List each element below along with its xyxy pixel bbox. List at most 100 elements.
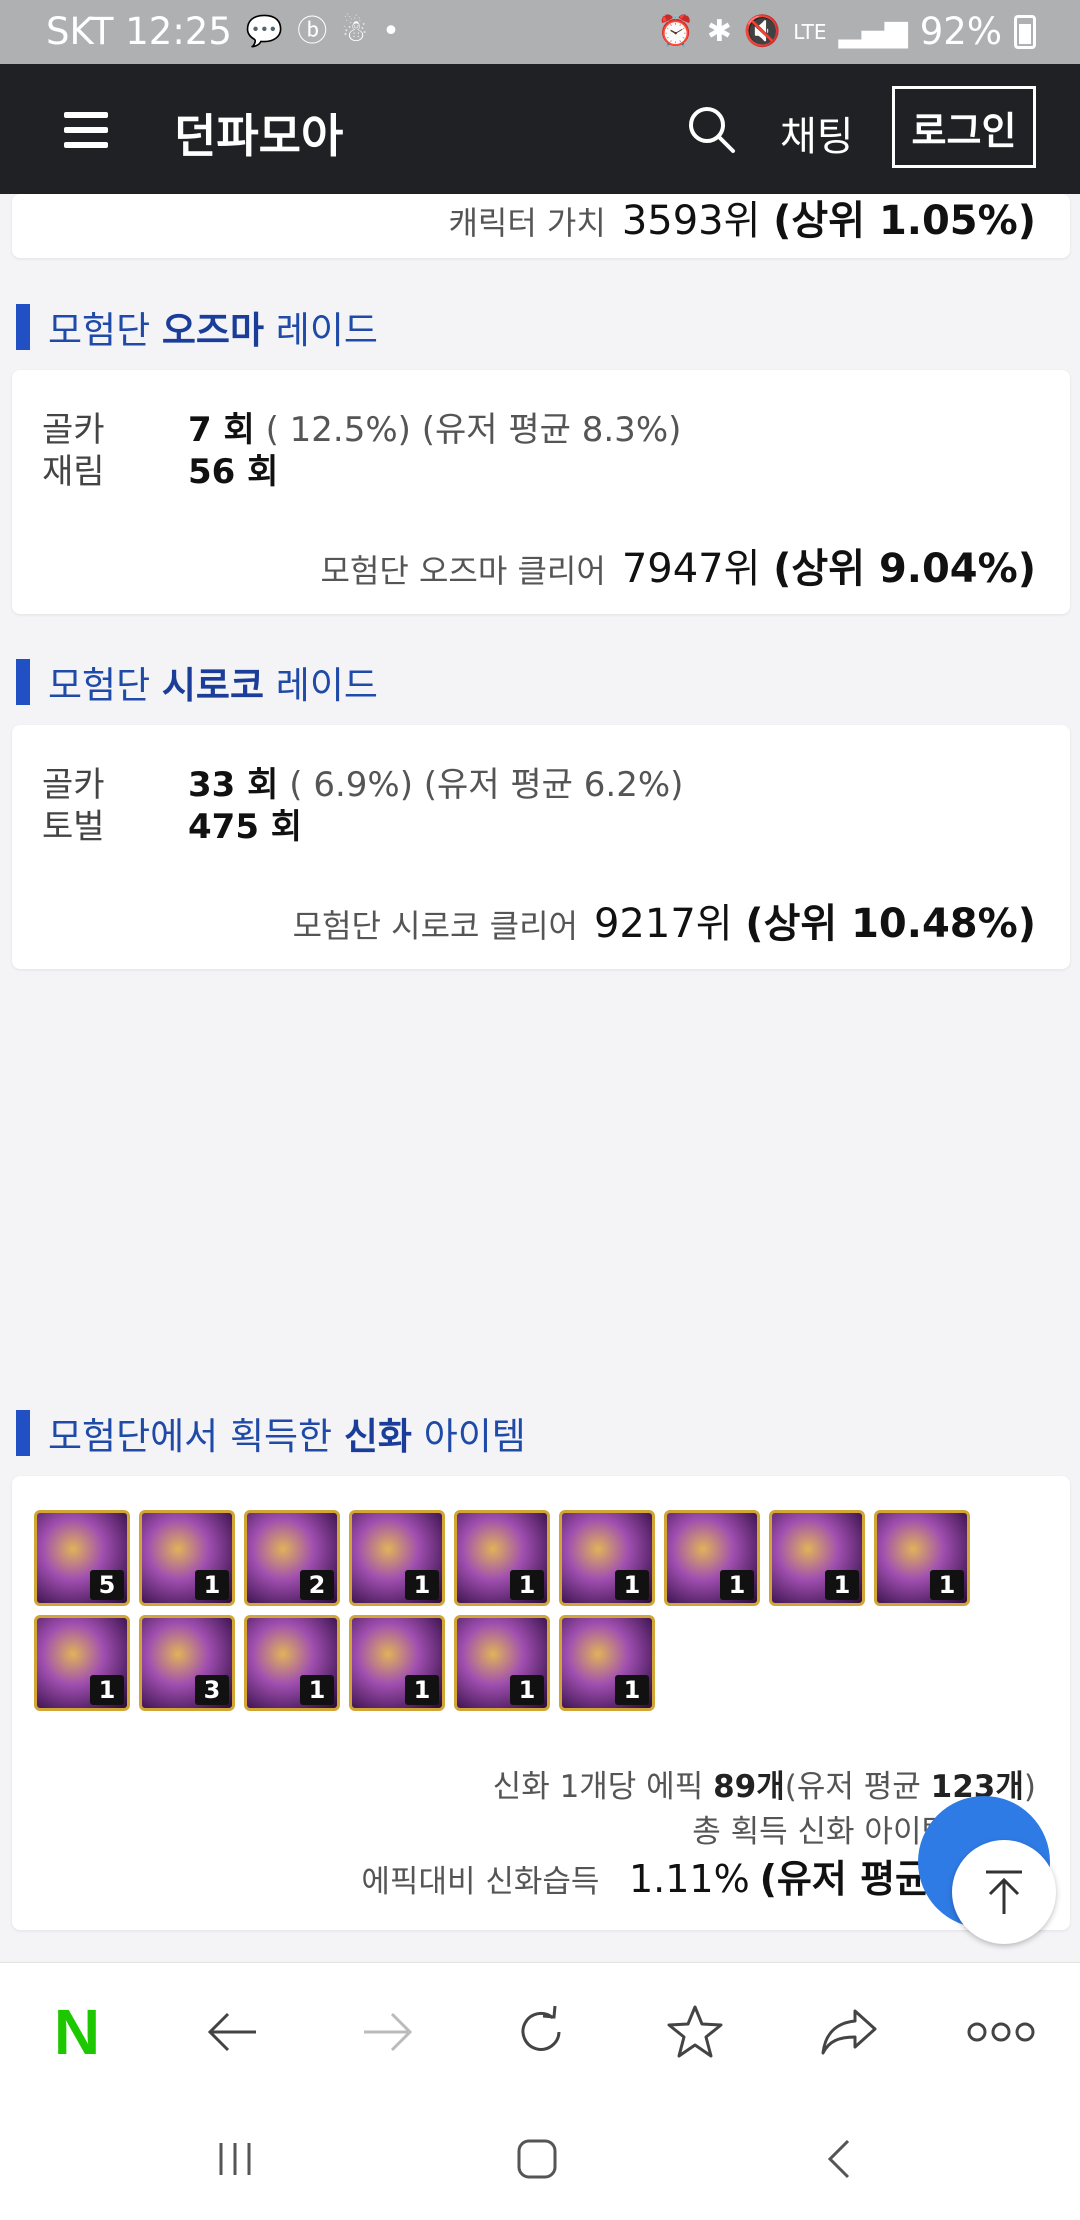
menu-icon[interactable] <box>64 112 108 148</box>
myth-item-slot[interactable]: 1 <box>139 1510 235 1606</box>
back-button[interactable] <box>198 1997 268 2067</box>
more-notifications-icon: • <box>382 13 400 49</box>
recent-apps-icon <box>219 2143 251 2175</box>
stat-close: ) <box>1023 1769 1036 1805</box>
section-marker <box>16 304 30 350</box>
rank-value: 7947위 <box>621 546 761 592</box>
system-back-button[interactable] <box>804 2124 874 2194</box>
ozma-section-title: 모험단 오즈마 레이드 <box>16 300 378 354</box>
carrier-time: SKT 12:25 <box>46 10 232 53</box>
item-count-badge: 1 <box>825 1570 859 1600</box>
myth-item-slot[interactable]: 1 <box>349 1510 445 1606</box>
myth-item-slot[interactable]: 1 <box>34 1615 130 1711</box>
title-suffix: 레이드 <box>275 309 378 352</box>
refresh-button[interactable] <box>506 1997 576 2067</box>
login-button[interactable]: 로그인 <box>892 86 1036 168</box>
chevron-left-icon <box>827 2139 850 2179</box>
rank-percent: (상위 10.48%) <box>745 901 1036 947</box>
home-button[interactable] <box>502 2124 572 2194</box>
rank-value: 3593위 <box>621 198 761 244</box>
myth-item-slot[interactable]: 1 <box>559 1510 655 1606</box>
detail: ( 12.5%) (유저 평균 8.3%) <box>265 410 682 450</box>
item-count-badge: 1 <box>720 1570 754 1600</box>
battery-percent: 92% <box>919 10 1002 53</box>
myth-item-slot[interactable]: 1 <box>664 1510 760 1606</box>
myth-item-slot[interactable]: 1 <box>349 1615 445 1711</box>
character-value-card: 캐릭터 가치 3593위 (상위 1.05%) <box>12 194 1070 258</box>
myth-item-slot[interactable]: 1 <box>454 1510 550 1606</box>
myth-item-slot[interactable]: 1 <box>244 1615 340 1711</box>
ozma-card: 골카 7 회 ( 12.5%) (유저 평균 8.3%) 재림 56 회 모험단… <box>12 370 1070 614</box>
myth-item-slot[interactable]: 3 <box>139 1615 235 1711</box>
title-bold: 오즈마 <box>161 309 265 352</box>
bookmark-button[interactable] <box>660 1997 730 2067</box>
app-notification-icon: ☃ <box>341 13 369 49</box>
search-icon[interactable] <box>686 104 736 154</box>
item-count-badge: 2 <box>300 1570 334 1600</box>
epic-per-myth-line: 신화 1개당 에픽 89개(유저 평균 123개) <box>493 1761 1036 1806</box>
count: 56 회 <box>188 452 279 492</box>
sirocco-rank: 모험단 시로코 클리어 9217위 (상위 10.48%) <box>293 891 1036 949</box>
item-count-badge: 5 <box>90 1570 124 1600</box>
item-count-badge: 1 <box>90 1675 124 1705</box>
myth-item-slot[interactable]: 2 <box>244 1510 340 1606</box>
item-count-badge: 1 <box>930 1570 964 1600</box>
naver-icon: N <box>53 1996 101 2068</box>
battery-icon <box>1014 14 1036 49</box>
title-suffix: 레이드 <box>275 664 378 707</box>
scroll-to-top-button[interactable] <box>952 1840 1056 1944</box>
band-icon: ⓑ <box>297 13 328 49</box>
myth-item-slot[interactable]: 1 <box>454 1615 550 1711</box>
stat-avg-label: (유저 평균 <box>784 1769 921 1805</box>
star-icon <box>667 2005 723 2058</box>
arrow-right-icon <box>364 2012 413 2052</box>
rank-percent: (상위 9.04%) <box>773 546 1036 592</box>
myth-section-title: 모험단에서 획득한 신화 아이템 <box>16 1406 526 1460</box>
myth-item-slot[interactable]: 5 <box>34 1510 130 1606</box>
sirocco-row-value: 475 회 <box>188 799 302 848</box>
share-icon <box>821 2009 877 2055</box>
item-count-badge: 1 <box>405 1570 439 1600</box>
item-count-badge: 1 <box>615 1675 649 1705</box>
home-icon <box>517 2139 557 2179</box>
chat-link[interactable]: 채팅 <box>780 104 854 162</box>
arrow-left-icon <box>207 2012 256 2052</box>
rank-percent: (상위 1.05%) <box>773 198 1036 244</box>
naver-home-button[interactable]: N <box>42 1996 112 2068</box>
character-value-rank: 캐릭터 가치 3593위 (상위 1.05%) <box>448 188 1036 246</box>
app-header: 던파모아 채팅 로그인 <box>0 64 1080 194</box>
rank-label: 모험단 시로코 클리어 <box>292 907 578 945</box>
myth-item-slot[interactable]: 1 <box>874 1510 970 1606</box>
stat-value: 1.11% <box>628 1857 750 1901</box>
rank-label: 캐릭터 가치 <box>448 204 606 242</box>
section-marker <box>16 659 30 705</box>
share-button[interactable] <box>814 1997 884 2067</box>
item-count-badge: 1 <box>510 1570 544 1600</box>
count: 475 회 <box>188 807 303 847</box>
item-count-badge: 1 <box>300 1675 334 1705</box>
alarm-icon: ⏰ <box>657 13 695 49</box>
item-count-badge: 1 <box>405 1675 439 1705</box>
myth-item-slot[interactable]: 1 <box>769 1510 865 1606</box>
recent-apps-button[interactable] <box>200 2124 270 2194</box>
refresh-icon <box>521 2005 561 2051</box>
sirocco-card: 골카 33 회 ( 6.9%) (유저 평균 6.2%) 토벌 475 회 모험… <box>12 725 1070 969</box>
ozma-row-value: 56 회 <box>188 444 278 493</box>
title-bold: 신화 <box>343 1415 412 1458</box>
title-prefix: 모험단 <box>48 309 151 352</box>
stat-label: 신화 1개당 에픽 <box>492 1769 704 1805</box>
arrow-up-icon <box>986 1870 1022 1914</box>
app-title[interactable]: 던파모아 <box>174 100 343 166</box>
more-button[interactable] <box>966 1997 1036 2067</box>
more-icon <box>967 2022 1035 2042</box>
myth-item-slot[interactable]: 1 <box>559 1615 655 1711</box>
stat-label: 에픽대비 신화습득 <box>361 1864 600 1900</box>
detail: ( 6.9%) (유저 평균 6.2%) <box>289 765 684 805</box>
item-count-badge: 3 <box>195 1675 229 1705</box>
ozma-rank: 모험단 오즈마 클리어 7947위 (상위 9.04%) <box>321 536 1037 594</box>
sirocco-section-title: 모험단 시로코 레이드 <box>16 655 378 709</box>
stat-avg-label: (유저 평균 <box>759 1857 930 1901</box>
bluetooth-icon: ✱ <box>706 13 732 49</box>
myth-card: 5 1 2 1 1 1 1 1 1 1 3 1 1 1 1 신화 1개당 에픽 89개(유저 평균 123개… <box>12 1476 1070 1930</box>
forward-button[interactable] <box>352 1997 422 2067</box>
